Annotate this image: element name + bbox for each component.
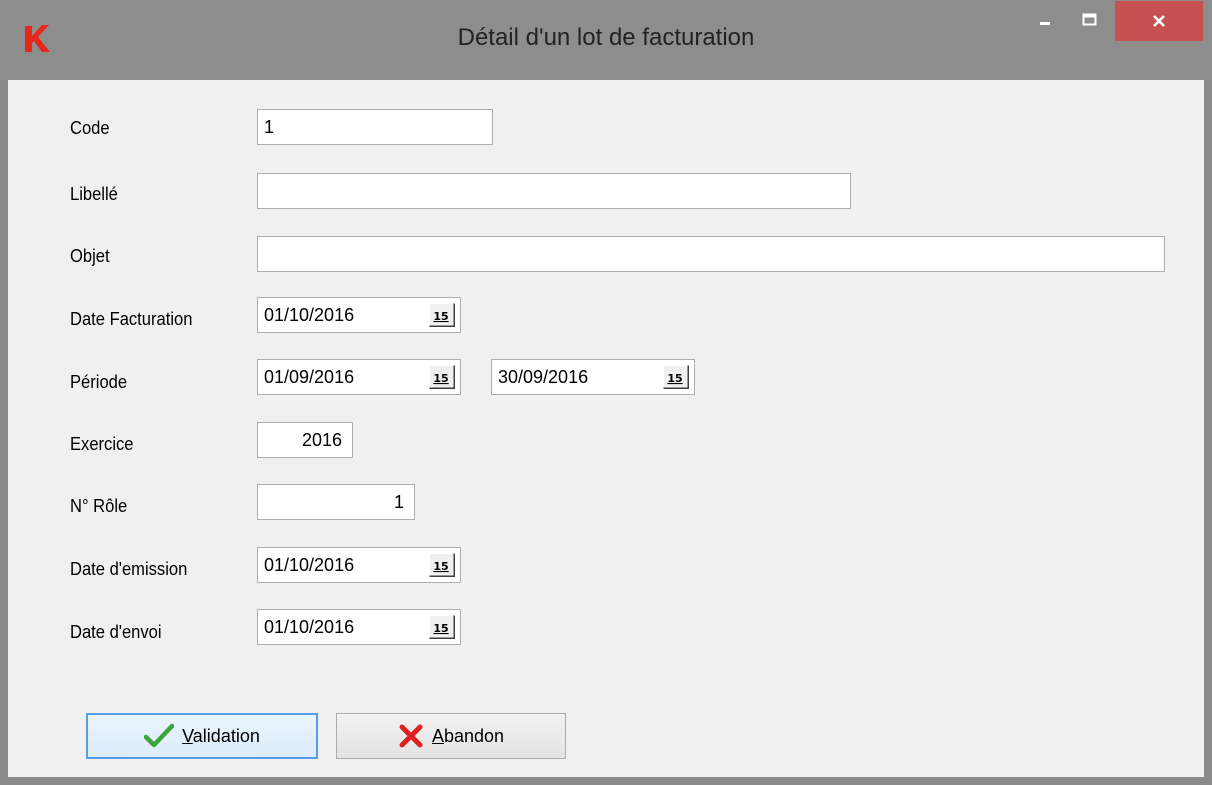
svg-text:15: 15 [433, 372, 448, 385]
calendar-icon[interactable]: 15 [429, 615, 455, 639]
exercice-label: Exercice [70, 434, 134, 454]
check-icon [144, 723, 175, 748]
calendar-icon[interactable]: 15 [429, 365, 455, 389]
calendar-icon[interactable]: 15 [429, 303, 455, 327]
periode-end-picker[interactable]: 30/09/2016 15 [491, 359, 695, 395]
calendar-icon[interactable]: 15 [663, 365, 689, 389]
close-icon [1153, 15, 1165, 27]
svg-text:15: 15 [433, 622, 448, 635]
libelle-label: Libellé [70, 184, 118, 204]
svg-text:15: 15 [433, 560, 448, 573]
date-envoi-label: Date d'envoi [70, 622, 162, 642]
svg-text:15: 15 [667, 372, 682, 385]
calendar-icon[interactable]: 15 [429, 553, 455, 577]
periode-start-picker[interactable]: 01/09/2016 15 [257, 359, 461, 395]
minimize-icon [1040, 22, 1050, 25]
title-bar[interactable]: Détail d'un lot de facturation [0, 0, 1212, 80]
periode-start-value: 01/09/2016 [264, 367, 355, 387]
abandon-button[interactable]: Abandon [336, 713, 566, 759]
svg-text:15: 15 [433, 310, 448, 323]
maximize-button[interactable] [1070, 0, 1110, 40]
date-envoi-value: 01/10/2016 [264, 617, 355, 637]
exercice-input[interactable]: 2016 [257, 422, 353, 458]
code-input[interactable]: 1 [257, 109, 493, 145]
maximize-icon [1082, 13, 1097, 26]
code-label: Code [70, 118, 110, 138]
abandon-label: Abandon [431, 725, 505, 746]
periode-label: Période [70, 372, 128, 392]
validation-label: Validation [182, 725, 260, 746]
date-emission-label: Date d'emission [70, 559, 188, 579]
close-button[interactable] [1115, 1, 1203, 41]
minimize-button[interactable] [1026, 0, 1066, 40]
objet-input[interactable] [257, 236, 1165, 272]
date-envoi-picker[interactable]: 01/10/2016 15 [257, 609, 461, 645]
date-facturation-value: 01/10/2016 [264, 305, 355, 325]
validation-button[interactable]: Validation [86, 713, 318, 759]
dialog-window: Détail d'un lot de facturation Code 1 Li… [0, 0, 1212, 785]
date-emission-picker[interactable]: 01/10/2016 15 [257, 547, 461, 583]
dialog-content: Code 1 Libellé Objet Date Facturation 01… [8, 80, 1204, 777]
date-facturation-picker[interactable]: 01/10/2016 15 [257, 297, 461, 333]
periode-end-value: 30/09/2016 [498, 367, 589, 387]
libelle-input[interactable] [257, 173, 851, 209]
num-role-input[interactable]: 1 [257, 484, 415, 520]
objet-label: Objet [70, 246, 110, 266]
date-emission-value: 01/10/2016 [264, 555, 355, 575]
num-role-label: N° Rôle [70, 496, 128, 516]
cancel-icon [399, 724, 423, 748]
date-facturation-label: Date Facturation [70, 309, 193, 329]
